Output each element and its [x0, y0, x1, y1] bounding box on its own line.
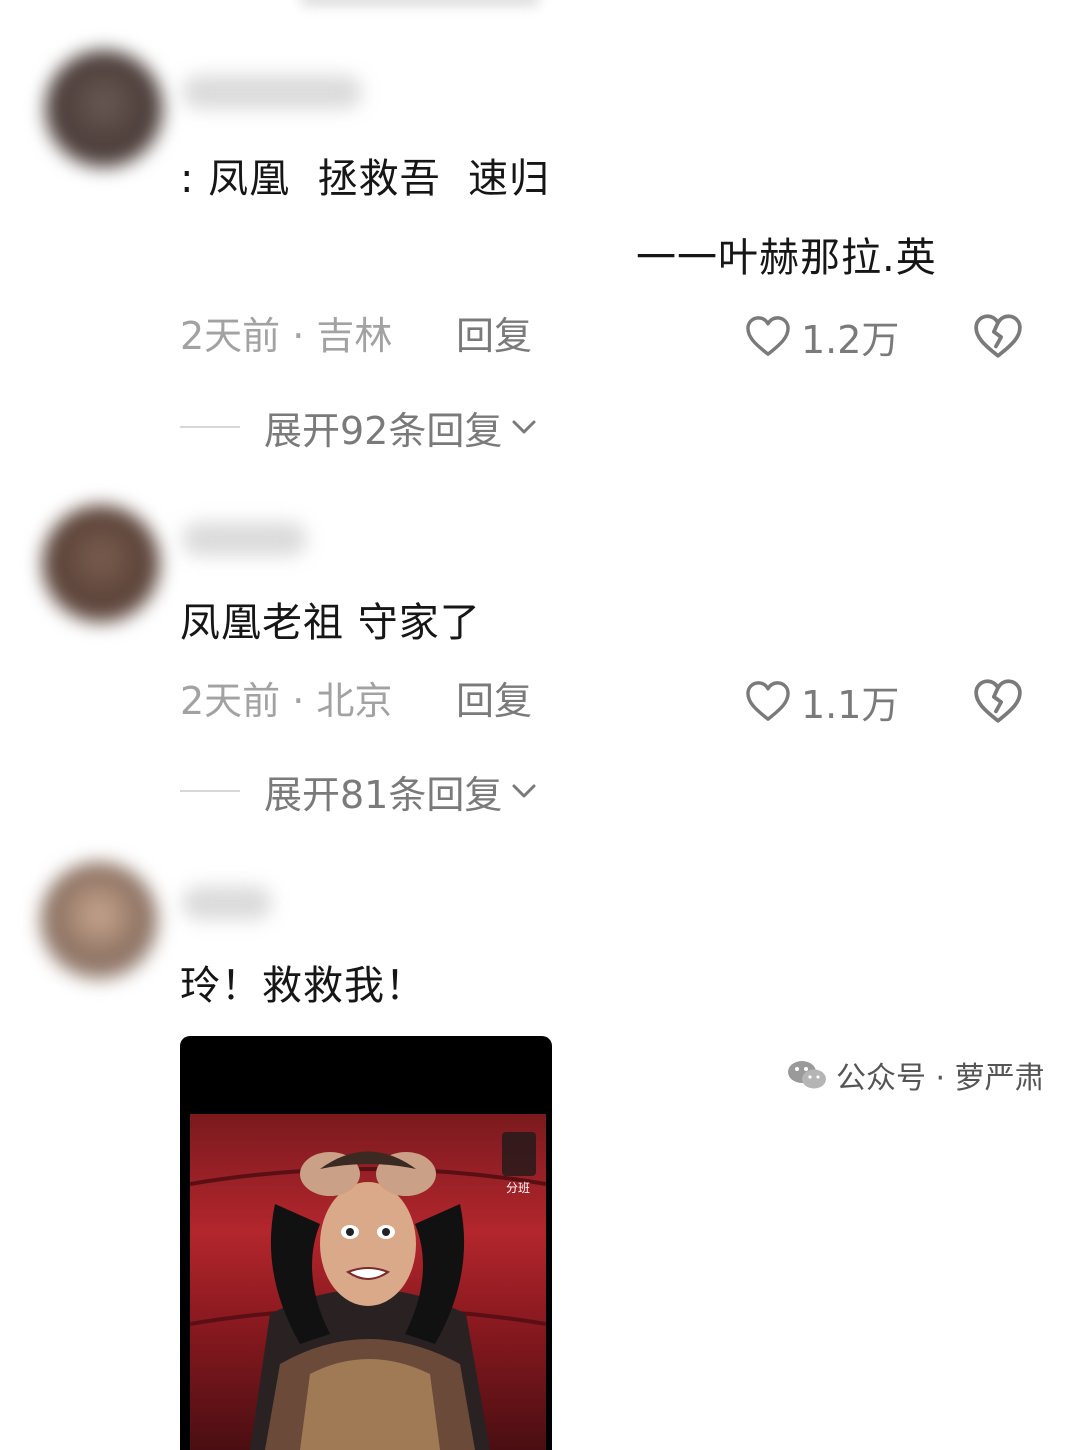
username-blurred[interactable]	[182, 75, 362, 109]
comment-time-location: 2天前 · 吉林	[180, 314, 393, 358]
divider-line	[180, 426, 240, 428]
expand-replies-label: 展开81条回复	[264, 772, 503, 817]
username-blurred[interactable]	[182, 886, 272, 920]
dislike-button[interactable]	[973, 678, 1023, 724]
like-count: 1.2万	[801, 317, 900, 362]
image-scene: 分班	[189, 1114, 547, 1450]
heart-icon	[746, 316, 790, 356]
overlay-text: 分班	[506, 1181, 530, 1195]
comment-text: : 凤凰 拯救吾 速归	[180, 156, 551, 202]
watermark-text: 公众号 · 萝严肃	[836, 1061, 1045, 1096]
chevron-down-icon	[512, 784, 536, 798]
broken-heart-icon	[974, 314, 1022, 358]
expand-replies-label: 展开92条回复	[264, 408, 503, 453]
comment-text-signature: 一一叶赫那拉.英	[636, 235, 937, 281]
broken-heart-icon	[974, 679, 1022, 723]
avatar[interactable]	[40, 862, 158, 980]
divider-line	[180, 790, 240, 792]
comment-time-location: 2天前 · 北京	[180, 679, 393, 723]
watermark: 公众号 · 萝严肃	[786, 1052, 1045, 1098]
like-count: 1.1万	[801, 682, 900, 727]
previous-content-fragment	[300, 0, 540, 6]
comment-image[interactable]: 分班	[180, 1036, 552, 1450]
avatar[interactable]	[42, 505, 160, 623]
avatar[interactable]	[45, 50, 163, 168]
reply-button[interactable]: 回复	[456, 678, 532, 724]
expand-replies-button[interactable]: 展开81条回复	[180, 768, 538, 817]
wechat-icon	[788, 1061, 826, 1089]
like-button[interactable]: 1.2万	[745, 313, 899, 362]
meme-illustration: 分班	[189, 1132, 547, 1450]
dislike-button[interactable]	[973, 313, 1023, 359]
reply-button[interactable]: 回复	[456, 313, 532, 359]
like-button[interactable]: 1.1万	[745, 678, 899, 727]
expand-replies-button[interactable]: 展开92条回复	[180, 404, 538, 453]
heart-icon	[746, 681, 790, 721]
comment-text: 凤凰老祖 守家了	[180, 600, 481, 646]
chevron-down-icon	[512, 420, 536, 434]
username-blurred[interactable]	[182, 522, 307, 556]
comment-text: 玲！救救我！	[180, 963, 426, 1009]
